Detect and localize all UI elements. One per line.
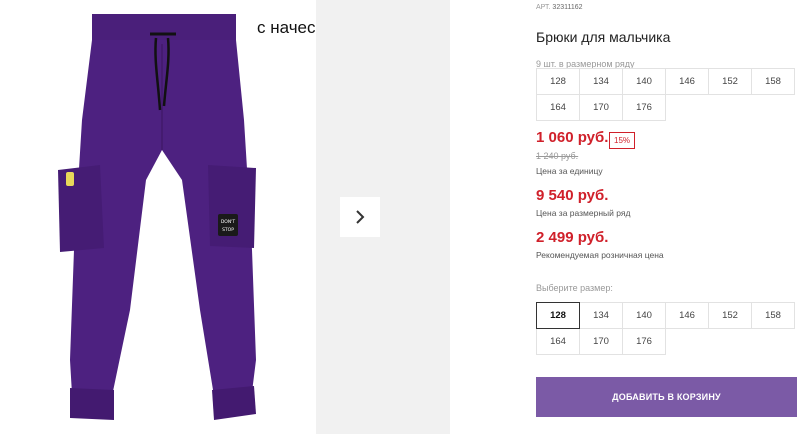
add-to-cart-button[interactable]: ДОБАВИТЬ В КОРЗИНУ bbox=[536, 377, 797, 417]
unit-price: 1 060 руб. bbox=[536, 129, 609, 146]
size-option[interactable]: 134 bbox=[579, 302, 623, 329]
size-range-cell: 134 bbox=[579, 68, 623, 95]
size-range-cell: 164 bbox=[536, 94, 580, 121]
size-range-cell: 146 bbox=[665, 68, 709, 95]
size-selector: 128 134 140 146 152 158 164 170 176 bbox=[536, 302, 796, 355]
retail-price-note: Рекомендуемая розничная цена bbox=[536, 250, 664, 260]
gallery-secondary-panel bbox=[316, 0, 450, 434]
size-range-cell: 128 bbox=[536, 68, 580, 95]
product-sku: АРТ. 32311162 bbox=[536, 4, 583, 11]
product-title: Брюки для мальчика bbox=[536, 29, 671, 45]
discount-badge: 15% bbox=[609, 132, 636, 149]
size-option[interactable]: 164 bbox=[536, 328, 580, 355]
size-range-cell: 152 bbox=[708, 68, 752, 95]
size-range-cell: 140 bbox=[622, 68, 666, 95]
sku-value: 32311162 bbox=[552, 4, 583, 11]
size-option[interactable]: 176 bbox=[622, 328, 666, 355]
size-range-cell: 158 bbox=[751, 68, 795, 95]
choose-size-label: Выберите размер: bbox=[536, 283, 613, 293]
sku-label: АРТ. bbox=[536, 4, 551, 11]
size-option-selected[interactable]: 128 bbox=[536, 302, 580, 329]
size-option[interactable]: 158 bbox=[751, 302, 795, 329]
patch-text-1: DON'T bbox=[221, 219, 236, 225]
size-option[interactable]: 140 bbox=[622, 302, 666, 329]
size-option[interactable]: 152 bbox=[708, 302, 752, 329]
range-price: 9 540 руб. bbox=[536, 187, 609, 204]
size-range-cell: 170 bbox=[579, 94, 623, 121]
chevron-right-icon bbox=[356, 210, 365, 224]
product-gallery: DON'T STOP с начесом bbox=[0, 0, 337, 434]
old-price: 1 240 руб. bbox=[536, 151, 579, 161]
retail-price: 2 499 руб. bbox=[536, 229, 609, 246]
size-range-cell: 176 bbox=[622, 94, 666, 121]
size-option[interactable]: 146 bbox=[665, 302, 709, 329]
next-image-button[interactable] bbox=[340, 197, 380, 237]
size-range-grid: 128 134 140 146 152 158 164 170 176 bbox=[536, 68, 796, 121]
product-photo: DON'T STOP bbox=[58, 14, 256, 420]
patch-text-2: STOP bbox=[222, 227, 234, 233]
unit-price-note: Цена за единицу bbox=[536, 166, 603, 176]
size-option[interactable]: 170 bbox=[579, 328, 623, 355]
range-price-note: Цена за размерный ряд bbox=[536, 208, 631, 218]
